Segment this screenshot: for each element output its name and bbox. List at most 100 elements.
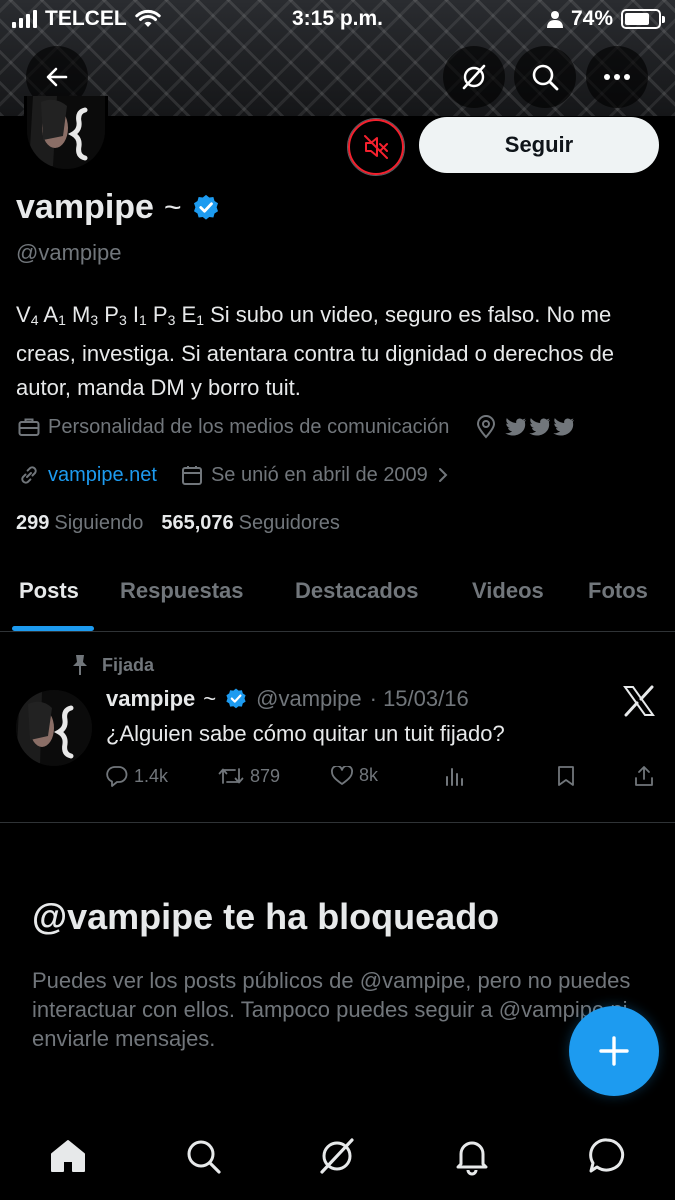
- bio-letters: V4 A1 M3 P3 I1 P3 E1: [16, 302, 210, 328]
- bird-icon: [529, 418, 551, 436]
- reply-count: 1.4k: [134, 765, 169, 786]
- bio-letter: E1: [181, 302, 204, 328]
- retweet-count: 879: [250, 765, 281, 786]
- bookmark-icon: [558, 766, 574, 786]
- tweet-actions: 1.4k 879 8k: [106, 765, 656, 795]
- pinned-indicator: Fijada: [72, 654, 154, 676]
- profile-website-link[interactable]: vampipe.net: [48, 464, 157, 487]
- unmute-button[interactable]: [347, 118, 405, 176]
- profile-category: Personalidad de los medios de comunicaci…: [48, 415, 450, 438]
- views-icon: [446, 768, 463, 786]
- profile-meta-row-2: vampipe.net Se unió en abril de 2009: [16, 462, 448, 488]
- followers-count: 565,076: [161, 512, 234, 534]
- pin-icon: [73, 655, 87, 675]
- tab-videos[interactable]: Videos: [472, 578, 544, 604]
- grok-icon: [462, 64, 486, 90]
- tweet-author-handle: @vampipe: [256, 686, 362, 711]
- following-count: 299: [16, 512, 50, 534]
- reply-icon: [106, 766, 128, 787]
- battery-icon: [621, 9, 665, 29]
- profile-bio: V4 A1 M3 P3 I1 P3 E1 Si subo un video, s…: [16, 298, 666, 405]
- blocked-message: Puedes ver los posts públicos de @vampip…: [32, 968, 631, 1051]
- location-pin-icon: [473, 414, 499, 440]
- briefcase-icon: [16, 414, 42, 440]
- bottom-nav: [0, 1110, 675, 1200]
- search-icon: [532, 64, 559, 91]
- arrow-left-icon: [46, 67, 68, 87]
- tab-respuestas[interactable]: Respuestas: [120, 578, 244, 604]
- location-birds: [505, 417, 575, 437]
- follow-counts: 299 Siguiendo 565,076 Seguidores: [16, 512, 340, 535]
- person-icon: [546, 11, 563, 28]
- following-count-link[interactable]: 299 Siguiendo: [16, 512, 143, 535]
- tweet-author-suffix: ~: [203, 686, 217, 711]
- following-label: Siguiendo: [54, 512, 144, 534]
- display-name-text: vampipe: [16, 188, 154, 226]
- tweet-header: vampipe ~ @vampipe · 15/03/16: [106, 686, 469, 712]
- compose-post-button[interactable]: [569, 1006, 659, 1096]
- bio-letter: A1: [43, 302, 66, 328]
- profile-meta-row-1: Personalidad de los medios de comunicaci…: [16, 414, 575, 440]
- active-tab-indicator: [12, 626, 94, 631]
- bird-icon: [553, 418, 575, 436]
- followers-label: Seguidores: [238, 512, 340, 534]
- retweet-button[interactable]: 879: [218, 765, 280, 787]
- nav-notifications[interactable]: [450, 1134, 494, 1178]
- profile-avatar[interactable]: [24, 96, 108, 172]
- bio-letter: P3: [104, 302, 127, 328]
- share-icon: [635, 766, 653, 786]
- nav-grok[interactable]: [315, 1134, 359, 1178]
- tab-posts[interactable]: Posts: [19, 578, 79, 604]
- tab-destacados[interactable]: Destacados: [295, 578, 419, 604]
- search-icon: [187, 1140, 221, 1174]
- bio-letter: M3: [72, 302, 99, 328]
- followers-count-link[interactable]: 565,076 Seguidores: [161, 512, 339, 535]
- more-button[interactable]: [586, 46, 648, 108]
- messages-icon: [589, 1138, 625, 1173]
- nav-search[interactable]: [181, 1134, 225, 1178]
- tweet-text: ¿Alguien sabe cómo quitar un tuit fijado…: [106, 721, 505, 746]
- nav-home[interactable]: [46, 1134, 90, 1178]
- search-button[interactable]: [514, 46, 576, 108]
- x-logo-icon: [622, 684, 658, 720]
- link-icon: [16, 462, 42, 488]
- muted-speaker-icon: [364, 135, 388, 159]
- like-count: 8k: [359, 765, 379, 785]
- battery-percent: 74%: [570, 7, 613, 30]
- tweet-author-avatar[interactable]: [16, 690, 92, 766]
- reply-button[interactable]: 1.4k: [106, 765, 168, 787]
- chevron-right-icon[interactable]: [438, 467, 448, 483]
- bell-icon: [456, 1141, 488, 1176]
- plus-icon: [599, 1036, 629, 1066]
- nav-messages[interactable]: [585, 1134, 629, 1178]
- retweet-icon: [218, 768, 244, 784]
- grok-icon: [320, 1138, 354, 1174]
- verified-badge-icon: [194, 194, 219, 220]
- pinned-label: Fijada: [102, 654, 155, 675]
- home-icon: [51, 1140, 85, 1172]
- divider: [0, 822, 675, 823]
- heart-icon: [331, 765, 353, 785]
- profile-tabs: Posts Respuestas Destacados Videos Fotos: [0, 560, 675, 632]
- profile-display-name: vampipe ~: [16, 188, 221, 227]
- follow-button[interactable]: Seguir: [419, 117, 659, 173]
- tweet-author-name[interactable]: vampipe: [106, 686, 195, 712]
- status-bar: TELCEL 3:15 p.m. 74%: [0, 0, 675, 38]
- bio-letter: P3: [152, 302, 176, 328]
- tab-fotos[interactable]: Fotos: [588, 578, 648, 604]
- bio-letter: V4: [16, 302, 39, 328]
- profile-joined-date[interactable]: Se unió en abril de 2009: [211, 464, 428, 487]
- bio-letter: I1: [132, 302, 147, 328]
- tweet-date: · 15/03/16: [369, 686, 469, 711]
- verified-badge-icon: [226, 688, 246, 709]
- grok-button[interactable]: [443, 46, 505, 108]
- bird-icon: [505, 418, 527, 436]
- like-button[interactable]: 8k: [331, 765, 378, 786]
- views-button[interactable]: [444, 765, 466, 787]
- blocked-title: @vampipe te ha bloqueado: [32, 896, 500, 937]
- display-name-suffix: ~: [163, 190, 182, 224]
- bookmark-button[interactable]: [557, 765, 575, 787]
- more-horizontal-icon: [604, 74, 630, 80]
- profile-handle: @vampipe: [16, 240, 122, 265]
- share-button[interactable]: [634, 765, 654, 787]
